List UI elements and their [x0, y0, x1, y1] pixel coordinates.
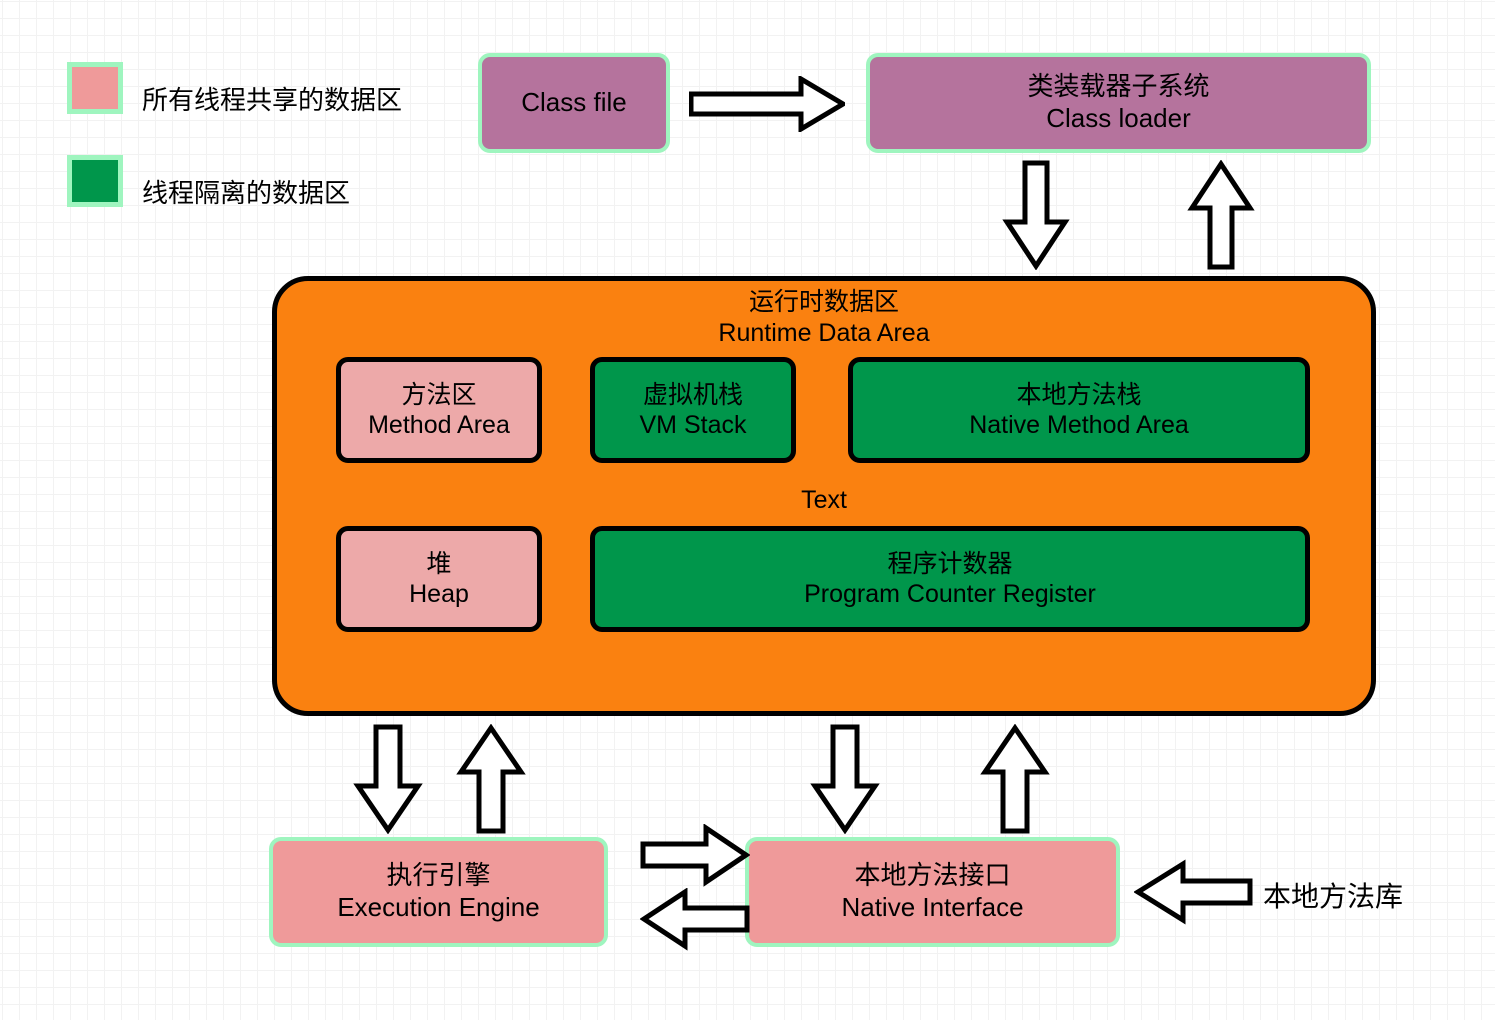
class-file-box[interactable]: Class file — [478, 53, 670, 153]
arrow-native-interface-to-runtime-data-area — [979, 724, 1051, 834]
native-method-area-label-cn: 本地方法栈 — [1016, 380, 1142, 409]
legend-label-isolated: 线程隔离的数据区 — [142, 178, 351, 208]
arrow-runtime-data-area-to-class-loader — [1186, 160, 1256, 270]
runtime-data-area-title-cn: 运行时数据区 — [748, 288, 899, 316]
method-area-label-en: Method Area — [368, 411, 510, 439]
text-label: Text — [801, 486, 847, 514]
arrow-class-file-to-class-loader — [689, 76, 845, 132]
native-method-area-box[interactable]: 本地方法栈 Native Method Area — [848, 357, 1310, 463]
legend-swatch-isolated — [67, 155, 123, 207]
heap-label-en: Heap — [409, 580, 469, 608]
method-area-label-cn: 方法区 — [401, 380, 477, 409]
method-area-box[interactable]: 方法区 Method Area — [336, 357, 542, 463]
arrow-runtime-data-area-to-native-interface — [809, 724, 881, 834]
class-loader-box[interactable]: 类装载器子系统 Class loader — [866, 53, 1371, 153]
arrow-native-interface-to-execution-engine — [640, 888, 750, 952]
vm-stack-box[interactable]: 虚拟机栈 VM Stack — [590, 357, 796, 463]
arrow-execution-engine-to-runtime-data-area — [455, 724, 527, 834]
arrow-native-library-to-native-interface — [1134, 859, 1254, 925]
heap-box[interactable]: 堆 Heap — [336, 526, 542, 632]
native-interface-box[interactable]: 本地方法接口 Native Interface — [745, 837, 1120, 947]
vm-stack-label-en: VM Stack — [639, 411, 747, 439]
native-interface-label-en: Native Interface — [841, 892, 1024, 922]
native-method-area-label-en: Native Method Area — [969, 411, 1189, 439]
runtime-data-area-container[interactable]: 运行时数据区 Runtime Data Area 方法区 Method Area… — [272, 276, 1376, 716]
native-interface-label-cn: 本地方法接口 — [854, 860, 1011, 891]
execution-engine-box[interactable]: 执行引擎 Execution Engine — [269, 837, 608, 947]
heap-label-cn: 堆 — [426, 549, 452, 578]
program-counter-label-cn: 程序计数器 — [887, 549, 1013, 578]
class-loader-label-cn: 类装载器子系统 — [1027, 71, 1210, 102]
legend-swatch-shared — [67, 62, 123, 114]
vm-stack-label-cn: 虚拟机栈 — [642, 380, 743, 409]
arrow-runtime-data-area-to-execution-engine — [352, 724, 424, 834]
arrow-execution-engine-to-native-interface — [640, 824, 750, 888]
program-counter-box[interactable]: 程序计数器 Program Counter Register — [590, 526, 1310, 632]
program-counter-label-en: Program Counter Register — [804, 580, 1096, 608]
native-library-label: 本地方法库 — [1263, 881, 1404, 912]
arrow-class-loader-to-runtime-data-area — [1001, 160, 1071, 270]
execution-engine-label-cn: 执行引擎 — [386, 860, 491, 891]
diagram-canvas: 所有线程共享的数据区 线程隔离的数据区 Class file 类装载器子系统 C… — [0, 0, 1495, 1020]
runtime-data-area-title: 运行时数据区 Runtime Data Area — [277, 287, 1371, 348]
class-loader-label-en: Class loader — [1046, 103, 1191, 133]
runtime-data-area-title-en: Runtime Data Area — [718, 318, 930, 347]
legend-label-shared: 所有线程共享的数据区 — [142, 85, 403, 115]
execution-engine-label-en: Execution Engine — [337, 892, 540, 922]
class-file-label-en: Class file — [521, 87, 627, 118]
